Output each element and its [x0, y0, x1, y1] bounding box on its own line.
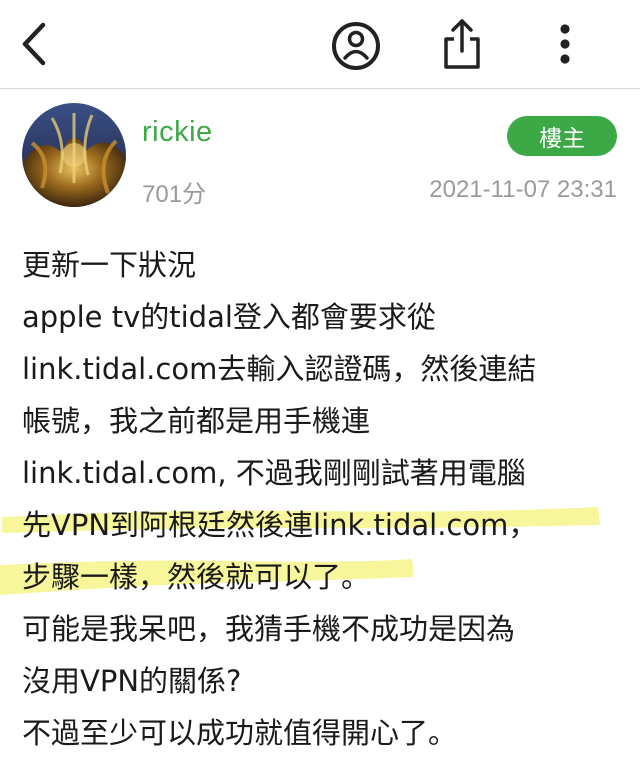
post-timestamp: 2021-11-07 23:31 — [429, 176, 617, 203]
post-line: link.tidal.com去輸入認證碼，然後連結 — [22, 352, 537, 386]
post-line: link.tidal.com, 不過我剛剛試著用電腦 — [22, 456, 526, 490]
op-badge: 樓主 — [507, 116, 617, 156]
author-score: 701分 — [142, 181, 207, 208]
top-navigation-bar — [0, 0, 640, 89]
share-icon — [444, 19, 480, 69]
more-vertical-icon — [560, 24, 570, 64]
post-body: 更新一下狀況 apple tv的tidal登入都會要求從 link.tidal.… — [0, 239, 622, 759]
post-line: 更新一下狀況 — [22, 248, 197, 282]
post-line: 先VPN到阿根廷然後連link.tidal.com， — [22, 508, 538, 542]
post-line: apple tv的tidal登入都會要求從 — [22, 300, 436, 334]
post-line: 沒用VPN的關係? — [22, 664, 242, 698]
user-circle-icon — [332, 22, 380, 70]
more-options-button[interactable] — [540, 14, 590, 74]
post-line: 帳號，我之前都是用手機連 — [22, 404, 371, 438]
post-line: 不過至少可以成功就值得開心了。 — [22, 716, 458, 750]
author-name[interactable]: rickie — [142, 116, 213, 149]
avatar-image — [22, 103, 126, 207]
profile-button[interactable] — [328, 18, 384, 74]
post-line: 可能是我呆吧，我猜手機不成功是因為 — [22, 612, 516, 646]
post-line: 步驟一樣，然後就可以了。 — [22, 560, 371, 594]
share-button[interactable] — [434, 14, 490, 74]
avatar[interactable] — [22, 103, 126, 207]
back-chevron-icon — [22, 22, 46, 66]
back-button[interactable] — [10, 14, 58, 74]
